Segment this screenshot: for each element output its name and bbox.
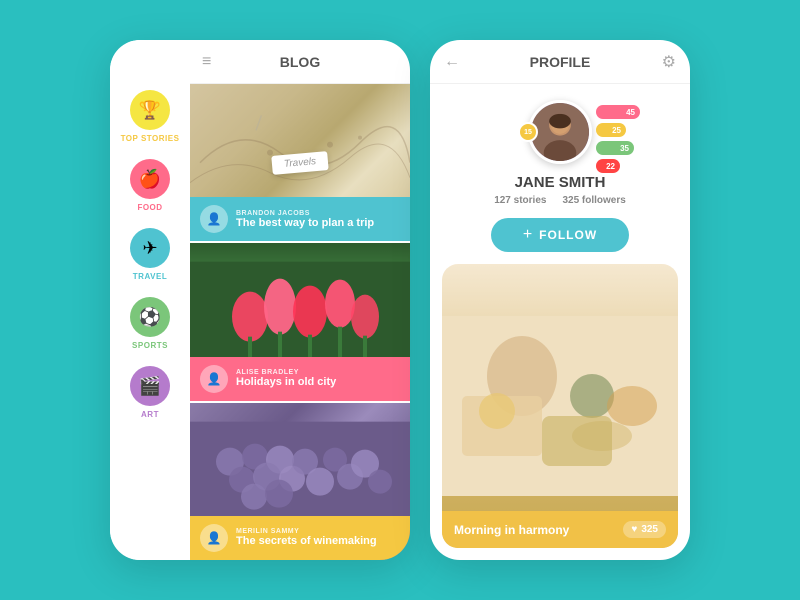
blog-header: ≡ BLOG <box>190 40 410 84</box>
back-icon[interactable]: ← <box>444 53 460 71</box>
sidebar-item-art[interactable]: 🎬 ART <box>130 366 170 419</box>
blog-title: BLOG <box>280 54 320 70</box>
sidebar-item-top-stories[interactable]: 🏆 TOP STORIES <box>121 90 180 143</box>
card-overlay-tulips: 👤 ALISE BRADLEY Holidays in old city <box>190 357 410 401</box>
follow-button[interactable]: + FOLLOW <box>491 218 629 252</box>
stat-bar-2: 25 <box>596 123 626 137</box>
blog-main: ≡ BLOG <box>190 40 410 560</box>
card-title-brandon: The best way to plan a trip <box>236 217 400 229</box>
stat-bar-3: 35 <box>596 141 634 155</box>
stat-bar-4: 22 <box>596 159 620 173</box>
author-avatar-brandon: 👤 <box>200 205 228 233</box>
phones-container: 🏆 TOP STORIES 🍎 FOOD ✈ TRAVEL ⚽ SPORTS 🎬… <box>110 40 690 560</box>
morning-likes: ♥ 325 <box>623 521 666 538</box>
art-label: ART <box>141 410 159 419</box>
card-overlay-travels: 👤 BRANDON JACOBS The best way to plan a … <box>190 197 410 241</box>
food-icon: 🍎 <box>130 159 170 199</box>
blog-card-grapes[interactable]: 👤 MERILIN SAMMY The secrets of winemakin… <box>190 403 410 560</box>
level-badge: 15 <box>518 122 538 142</box>
card-text-travels: BRANDON JACOBS The best way to plan a tr… <box>236 210 400 229</box>
stat-bar-1: 45 <box>596 105 640 119</box>
sidebar-item-travel[interactable]: ✈ TRAVEL <box>130 228 170 281</box>
stories-count: 127 stories <box>494 195 546 206</box>
follow-label: FOLLOW <box>539 228 597 242</box>
profile-title: PROFILE <box>530 54 591 70</box>
stats-bars: 45 25 35 22 <box>596 105 640 173</box>
sports-icon: ⚽ <box>130 297 170 337</box>
blog-cards: 👤 BRANDON JACOBS The best way to plan a … <box>190 84 410 560</box>
card-title-merilin: The secrets of winemaking <box>236 535 400 547</box>
sidebar-item-food[interactable]: 🍎 FOOD <box>130 159 170 212</box>
profile-featured-card[interactable]: Morning in harmony ♥ 325 <box>442 264 678 548</box>
author-avatar-merilin: 👤 <box>200 524 228 552</box>
sports-label: SPORTS <box>132 341 168 350</box>
card-title-alise: Holidays in old city <box>236 376 400 388</box>
travel-icon: ✈ <box>130 228 170 268</box>
author-avatar-alise: 👤 <box>200 365 228 393</box>
sidebar: 🏆 TOP STORIES 🍎 FOOD ✈ TRAVEL ⚽ SPORTS 🎬… <box>110 40 190 560</box>
profile-phone: ← PROFILE ⚙ 15 45 25 <box>430 40 690 560</box>
blog-card-tulips[interactable]: 👤 ALISE BRADLEY Holidays in old city <box>190 243 410 400</box>
menu-icon[interactable]: ≡ <box>202 53 211 71</box>
gear-icon[interactable]: ⚙ <box>662 52 676 72</box>
top-stories-icon: 🏆 <box>130 90 170 130</box>
card-overlay-grapes: 👤 MERILIN SAMMY The secrets of winemakin… <box>190 516 410 560</box>
followers-count: 325 followers <box>562 195 625 206</box>
blog-phone: 🏆 TOP STORIES 🍎 FOOD ✈ TRAVEL ⚽ SPORTS 🎬… <box>110 40 410 560</box>
profile-avatar-wrap: 15 45 25 35 22 <box>528 100 592 164</box>
profile-stats-row: 127 stories 325 followers <box>494 195 626 206</box>
card-author-merilin: MERILIN SAMMY <box>236 528 400 535</box>
featured-image <box>442 264 678 548</box>
sidebar-item-sports[interactable]: ⚽ SPORTS <box>130 297 170 350</box>
travel-label: TRAVEL <box>133 272 167 281</box>
profile-info: 15 45 25 35 22 JANE SMIT <box>430 84 690 264</box>
top-stories-label: TOP STORIES <box>121 134 180 143</box>
follow-plus-icon: + <box>523 226 533 244</box>
blog-card-travels[interactable]: 👤 BRANDON JACOBS The best way to plan a … <box>190 84 410 241</box>
food-label: FOOD <box>137 203 162 212</box>
card-author-alise: ALISE BRADLEY <box>236 369 400 376</box>
card-text-tulips: ALISE BRADLEY Holidays in old city <box>236 369 400 388</box>
profile-name: JANE SMITH <box>515 174 606 191</box>
profile-header: ← PROFILE ⚙ <box>430 40 690 84</box>
morning-overlay: Morning in harmony ♥ 325 <box>442 511 678 548</box>
card-author-brandon: BRANDON JACOBS <box>236 210 400 217</box>
card-text-grapes: MERILIN SAMMY The secrets of winemaking <box>236 528 400 547</box>
morning-title: Morning in harmony <box>454 523 569 537</box>
heart-icon: ♥ <box>631 524 637 535</box>
art-icon: 🎬 <box>130 366 170 406</box>
likes-count: 325 <box>641 524 658 535</box>
